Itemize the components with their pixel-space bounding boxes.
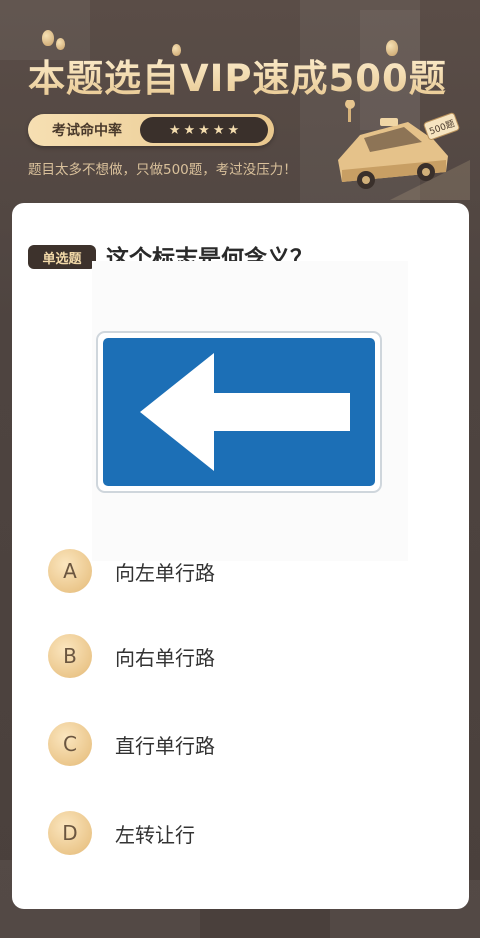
one-way-left-sign-icon [96, 331, 382, 493]
hit-rate-pill: 考试命中率 ★ ★ ★ ★ ★ [28, 114, 274, 146]
rating-stars: ★ ★ ★ ★ ★ [140, 117, 268, 143]
question-type-tag: 单选题 [28, 245, 96, 269]
option-text: 向左单行路 [115, 560, 215, 585]
option-letter: D [48, 811, 92, 855]
option-c[interactable]: C 直行单行路 [48, 720, 428, 768]
question-image [92, 261, 408, 561]
promo-title: 本题选自VIP速成500题 [28, 48, 447, 102]
option-a[interactable]: A 向左单行路 [48, 547, 428, 595]
promo-header: 本题选自VIP速成500题 考试命中率 ★ ★ ★ ★ ★ 题目太多不想做，只做… [0, 0, 480, 210]
balloon-icon [42, 30, 54, 46]
star-icon: ★ [227, 122, 240, 138]
star-icon: ★ [168, 122, 181, 138]
star-icon: ★ [212, 122, 225, 138]
hit-rate-label: 考试命中率 [52, 123, 122, 139]
question-card: 单选题 这个标志是何含义？ A 向左单行路 B 向右单行路 C 直行单行路 D … [12, 203, 469, 909]
option-letter: B [48, 634, 92, 678]
option-text: 向右单行路 [115, 645, 215, 670]
option-letter: C [48, 722, 92, 766]
promo-subtitle: 题目太多不想做，只做500题，考过没压力！ [28, 162, 297, 178]
star-icon: ★ [198, 122, 210, 138]
star-icon: ★ [183, 122, 196, 138]
car-illustration-icon: 500题 [338, 100, 470, 200]
option-text: 直行单行路 [115, 733, 215, 758]
option-b[interactable]: B 向右单行路 [48, 632, 428, 680]
option-letter: A [48, 549, 92, 593]
option-text: 左转让行 [115, 822, 195, 847]
option-d[interactable]: D 左转让行 [48, 809, 428, 857]
